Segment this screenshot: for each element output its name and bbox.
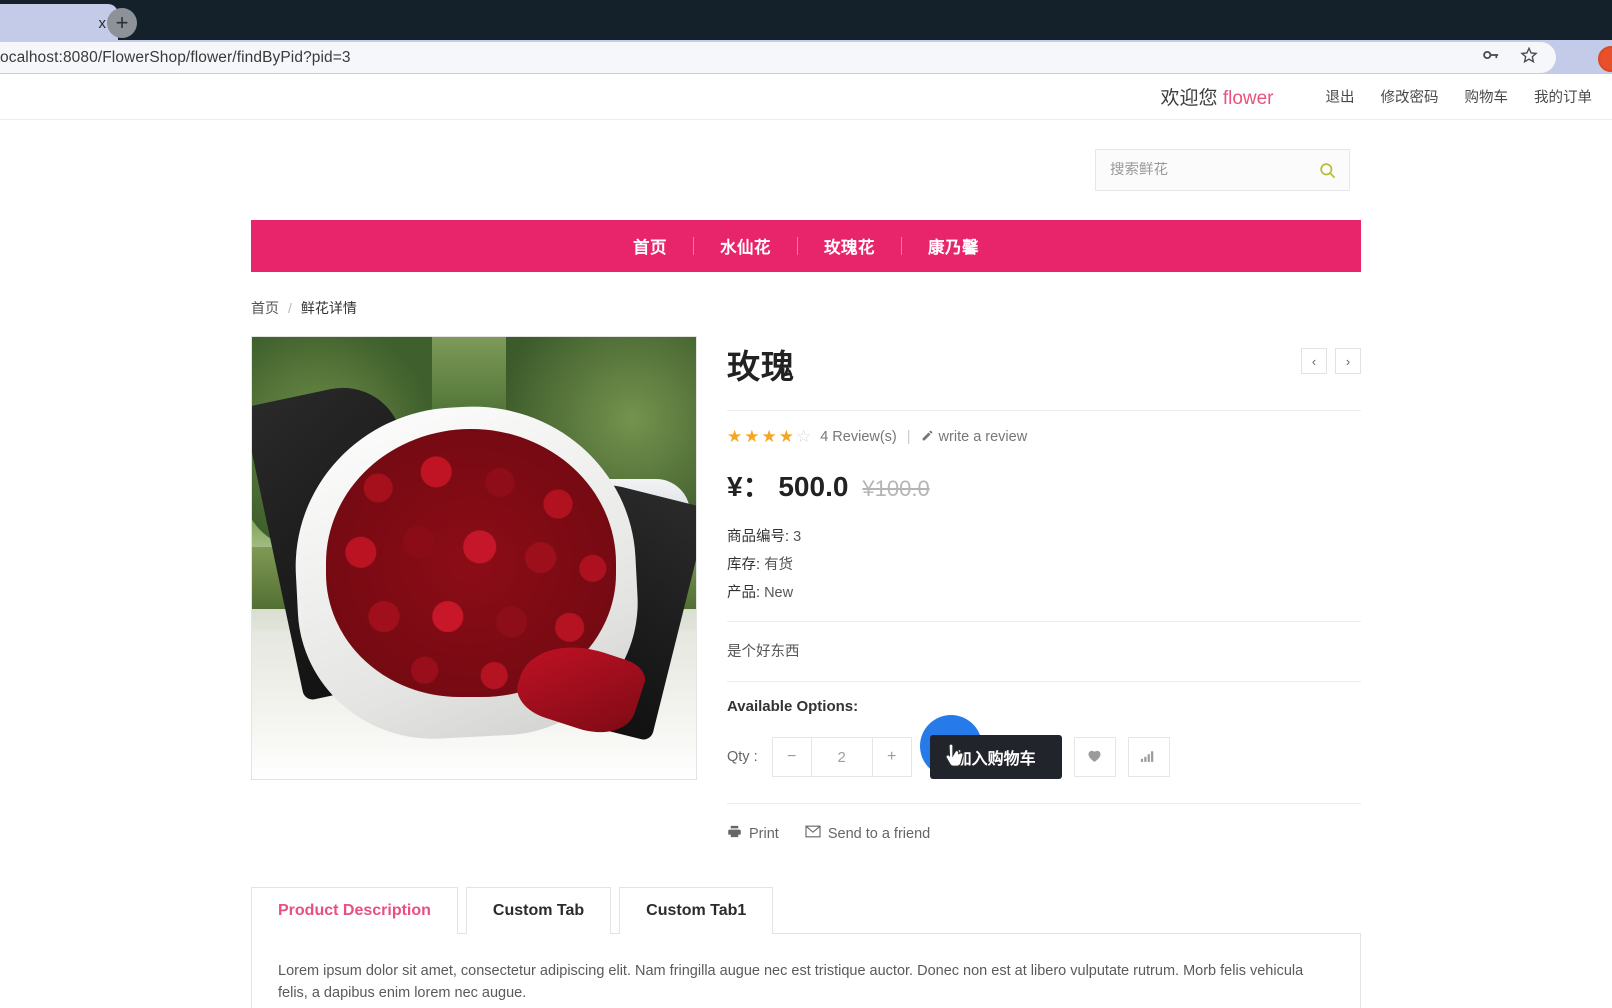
pencil-icon — [921, 429, 934, 446]
add-to-wishlist-button[interactable] — [1073, 737, 1116, 777]
nav-item-home[interactable]: 首页 — [607, 234, 693, 258]
new-tab-button[interactable]: + — [107, 8, 137, 38]
browser-tabstrip: x + — [0, 0, 1612, 42]
close-icon[interactable]: x — [99, 16, 107, 31]
product-details: 玫瑰 ‹ › ★★★★☆ 4 Review(s) | write a revie… — [727, 336, 1361, 843]
tab-panel-content: Lorem ipsum dolor sit amet, consectetur … — [251, 933, 1361, 1008]
purchase-row: Qty : − + 加入购物车 — [727, 735, 1361, 803]
welcome-message: 欢迎您 flower — [1161, 83, 1274, 110]
tab-custom-tab1[interactable]: Custom Tab1 — [619, 887, 774, 934]
product-tabs: Product Description Custom Tab Custom Ta… — [251, 887, 1361, 934]
star-icon[interactable] — [1520, 46, 1538, 69]
tab-product-description[interactable]: Product Description — [251, 887, 458, 934]
topbar-link-cart[interactable]: 购物车 — [1465, 86, 1509, 107]
breadcrumb-separator: / — [288, 300, 292, 316]
page-content: 欢迎您 flower 退出 修改密码 购物车 我的订单 首页 水仙花 玫瑰花 — [0, 74, 1612, 1008]
product-section: 玫瑰 ‹ › ★★★★☆ 4 Review(s) | write a revie… — [251, 336, 1361, 843]
browser-chrome: x + ocalhost:8080/FlowerShop/flower/find… — [0, 0, 1612, 74]
breadcrumb-current: 鲜花详情 — [300, 300, 357, 316]
envelope-icon — [805, 824, 821, 843]
search-row — [0, 120, 1612, 220]
username-label: flower — [1222, 88, 1274, 109]
product-image[interactable] — [251, 336, 697, 780]
stars-empty: ☆ — [795, 427, 814, 446]
breadcrumb-home[interactable]: 首页 — [251, 298, 279, 318]
url-text: ocalhost:8080/FlowerShop/flower/findByPi… — [0, 48, 351, 66]
meta-row-stock: 库存: 有货 — [727, 551, 1361, 579]
search-button[interactable] — [1316, 161, 1339, 180]
meta-label-stock: 库存: — [727, 557, 761, 573]
topbar-link-orders[interactable]: 我的订单 — [1534, 86, 1592, 107]
price-block: ¥： 500.0 ¥100.0 — [727, 457, 1361, 523]
search-icon — [1318, 162, 1337, 183]
key-icon[interactable] — [1482, 46, 1500, 69]
bar-chart-icon — [1140, 748, 1157, 766]
product-pager: ‹ › — [1301, 340, 1361, 374]
price-original: ¥100.0 — [862, 476, 930, 501]
quantity-input[interactable] — [811, 737, 872, 777]
tab-paragraph-1: Lorem ipsum dolor sit amet, consectetur … — [278, 963, 1304, 1001]
review-divider: | — [906, 429, 911, 445]
meta-label-condition: 产品: — [727, 585, 761, 601]
review-summary: ★★★★☆ 4 Review(s) | write a review — [727, 411, 1361, 457]
rating-stars: ★★★★☆ — [727, 427, 813, 447]
print-link[interactable]: Print — [727, 824, 779, 843]
heart-icon — [1086, 747, 1103, 767]
tab-custom-tab[interactable]: Custom Tab — [465, 887, 612, 934]
address-bar[interactable]: ocalhost:8080/FlowerShop/flower/findByPi… — [0, 42, 1556, 73]
main-navigation: 首页 水仙花 玫瑰花 康乃馨 — [251, 220, 1361, 272]
address-bar-actions — [1482, 46, 1542, 69]
page-title: 玫瑰 — [727, 348, 795, 385]
quantity-label: Qty : — [727, 749, 758, 765]
print-label: Print — [749, 825, 779, 842]
product-gallery — [251, 336, 697, 843]
content-container: 首页 / 鲜花详情 玫瑰 ‹ › ★★★★☆ 4 Review(s) | wri… — [251, 272, 1361, 1008]
quantity-decrease-button[interactable]: − — [771, 737, 812, 777]
printer-icon — [727, 824, 742, 843]
share-row: Print Send to a friend — [727, 803, 1361, 843]
browser-toolbar: ocalhost:8080/FlowerShop/flower/findByPi… — [0, 40, 1612, 74]
product-tabs-section: Product Description Custom Tab Custom Ta… — [251, 843, 1361, 1008]
write-review-link[interactable]: write a review — [921, 429, 1028, 446]
quantity-stepper: − + — [771, 737, 912, 777]
meta-value-stock: 有货 — [764, 557, 794, 573]
meta-value-sku: 3 — [793, 529, 802, 545]
nav-item-carnation[interactable]: 康乃馨 — [902, 234, 1005, 258]
meta-label-sku: 商品编号: — [727, 529, 790, 545]
utility-topbar: 欢迎您 flower 退出 修改密码 购物车 我的订单 — [0, 74, 1612, 120]
product-meta: 商品编号: 3 库存: 有货 产品: New — [727, 523, 1361, 621]
price-current: ¥： 500.0 — [727, 471, 849, 502]
meta-row-sku: 商品编号: 3 — [727, 523, 1361, 551]
available-options-title: Available Options: — [727, 681, 1361, 735]
quantity-increase-button[interactable]: + — [871, 737, 912, 777]
product-title-row: 玫瑰 ‹ › — [727, 340, 1361, 388]
nav-item-narcissus[interactable]: 水仙花 — [694, 234, 797, 258]
next-product-button[interactable]: › — [1335, 348, 1361, 374]
stars-filled: ★★★★ — [727, 427, 796, 446]
product-short-description: 是个好东西 — [727, 621, 1361, 681]
mouse-cursor — [944, 742, 968, 777]
meta-row-condition: 产品: New — [727, 579, 1361, 607]
topbar-link-logout[interactable]: 退出 — [1326, 86, 1355, 107]
send-to-friend-label: Send to a friend — [827, 825, 931, 842]
send-to-friend-link[interactable]: Send to a friend — [805, 824, 930, 843]
profile-avatar[interactable] — [1598, 46, 1612, 72]
search-box[interactable] — [1095, 149, 1350, 191]
topbar-link-change-password[interactable]: 修改密码 — [1381, 86, 1439, 107]
prev-product-button[interactable]: ‹ — [1301, 348, 1327, 374]
browser-tab[interactable]: x — [0, 4, 118, 42]
welcome-prefix: 欢迎您 — [1160, 88, 1218, 109]
meta-value-condition: New — [764, 585, 794, 601]
review-count: 4 Review(s) — [820, 429, 897, 445]
breadcrumb: 首页 / 鲜花详情 — [251, 272, 1361, 336]
search-input[interactable] — [1110, 162, 1316, 178]
compare-button[interactable] — [1127, 737, 1170, 777]
write-review-label: write a review — [938, 429, 1028, 445]
nav-item-rose[interactable]: 玫瑰花 — [798, 234, 901, 258]
